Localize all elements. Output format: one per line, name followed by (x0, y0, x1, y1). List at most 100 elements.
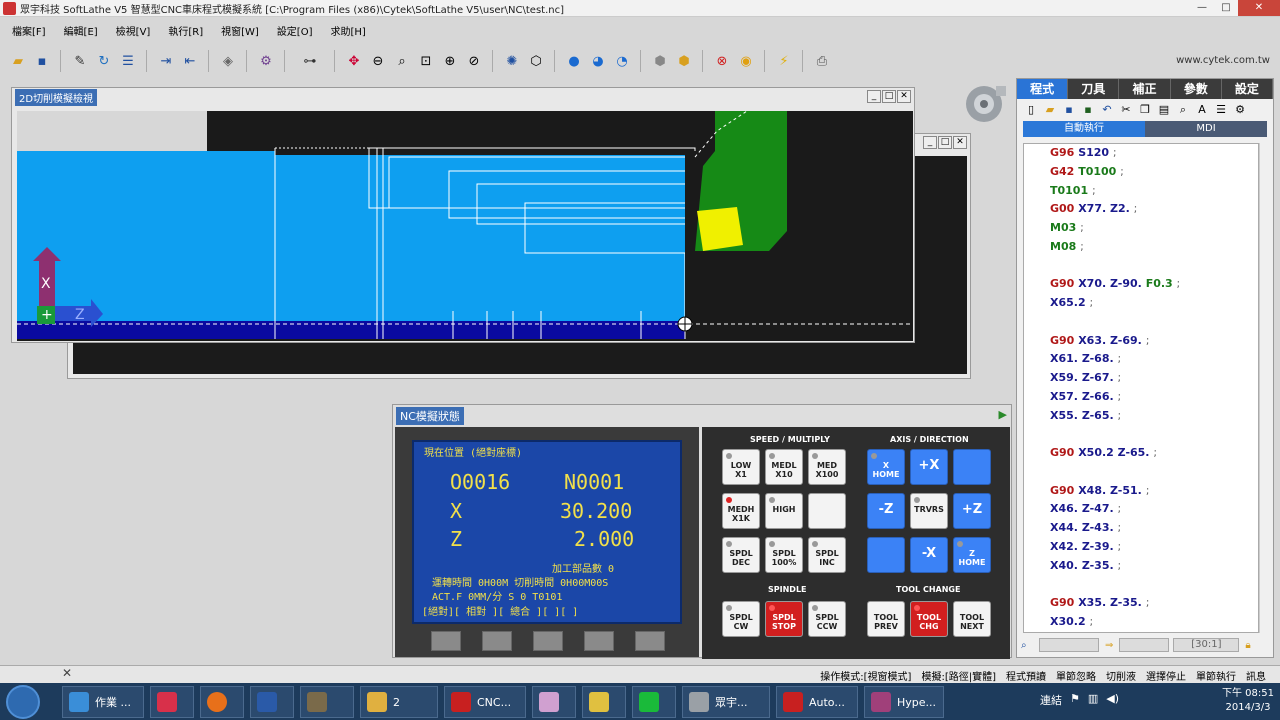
eraser-icon[interactable]: ◈ (218, 51, 238, 71)
code-line[interactable]: G90 X63. Z-69. ; (1024, 332, 1258, 351)
half-sphere-icon[interactable]: ◕ (588, 51, 608, 71)
save-icon[interactable]: ▪ (1061, 103, 1077, 117)
taskbar-hyper[interactable]: Hype... (864, 686, 944, 718)
code-line[interactable]: G90 X48. Z-51. ; (1024, 482, 1258, 501)
goto-field[interactable] (1119, 638, 1170, 652)
tool-holder-icon[interactable]: ⚙ (256, 51, 276, 71)
find-icon[interactable]: ⌕ (1021, 640, 1039, 651)
taskbar-ie[interactable]: 作業 ... (62, 686, 144, 718)
open-icon[interactable]: ▰ (8, 51, 28, 71)
status-message[interactable]: 訊息 (1246, 668, 1266, 683)
zoom-out-icon[interactable]: ⊖ (368, 51, 388, 71)
taskbar-app[interactable] (150, 686, 194, 718)
softkey-2[interactable] (482, 631, 512, 651)
traverse-button[interactable]: TRVRS (910, 493, 948, 529)
status-block-skip[interactable]: 單節忽略 (1056, 668, 1096, 683)
tool-next-button[interactable]: TOOL NEXT (953, 601, 991, 637)
refresh-icon[interactable]: ↻ (94, 51, 114, 71)
taskbar-autocad[interactable]: Auto... (776, 686, 858, 718)
tab-params[interactable]: 參數 (1170, 79, 1222, 99)
blank-axis-button[interactable] (953, 449, 991, 485)
zoom-fit-icon[interactable]: ⌕ (392, 51, 412, 71)
minus-x-button[interactable]: -X (910, 537, 948, 573)
medh-x1k-button[interactable]: MEDH X1K (722, 493, 760, 529)
code-line[interactable]: G90 X70. Z-90. F0.3 ; (1024, 275, 1258, 294)
code-line[interactable]: X44. Z-43. ; (1024, 519, 1258, 538)
vertical-scrollbar[interactable] (1259, 143, 1273, 633)
pan-icon[interactable]: ✥ (344, 51, 364, 71)
plus-z-button[interactable]: +Z (953, 493, 991, 529)
blank-speed-button[interactable] (808, 493, 846, 529)
plus-x-button[interactable]: +X (910, 449, 948, 485)
minimize-button[interactable]: — (1190, 0, 1214, 16)
high-button[interactable]: HIGH (765, 493, 803, 529)
outdent-icon[interactable]: ⇤ (180, 51, 200, 71)
tab-auto-run[interactable]: 自動執行 (1023, 121, 1145, 137)
code-line[interactable]: M08 ; (1024, 238, 1258, 257)
softkey-4[interactable] (584, 631, 614, 651)
code-line[interactable]: M03 ; (1024, 219, 1258, 238)
softkey-3[interactable] (533, 631, 563, 651)
code-line[interactable]: X42. Z-39. ; (1024, 538, 1258, 557)
code-line[interactable]: T0101 ; (1024, 182, 1258, 201)
nc-code-editor[interactable]: G96 S120 ; G42 T0100 ; T0101 ; G00 X77. Z2.… (1023, 143, 1259, 633)
code-line[interactable]: G42 T0100 ; (1024, 163, 1258, 182)
code-line[interactable]: G90 X35. Z-35. ; (1024, 594, 1258, 613)
code-line[interactable] (1024, 425, 1258, 444)
z-home-button[interactable]: Z HOME (953, 537, 991, 573)
save-as-icon[interactable]: ▪ (1080, 103, 1096, 117)
tray-network-icon[interactable]: ▥ (1088, 692, 1098, 708)
2d-simulation-canvas[interactable]: + X Z (17, 111, 913, 341)
goto-icon[interactable]: ⇒ (1105, 640, 1113, 651)
rotate-icon[interactable]: ✺ (502, 51, 522, 71)
clock[interactable]: 下午 08:51 2014/3/3 (1222, 687, 1274, 715)
tool-change-button[interactable]: TOOL CHG (910, 601, 948, 637)
expand-arrow-icon[interactable]: ▶ (999, 408, 1007, 421)
pause-icon[interactable]: ◉ (736, 51, 756, 71)
taskbar-folder[interactable]: 2 (360, 686, 438, 718)
new-file-icon[interactable]: ▯ (1023, 103, 1039, 117)
menu-file[interactable]: 檔案[F] (0, 24, 52, 42)
taskbar-line[interactable] (632, 686, 676, 718)
quarter-sphere-icon[interactable]: ◔ (612, 51, 632, 71)
tool-setup-icon[interactable]: ✎ (70, 51, 90, 71)
taskbar-paint[interactable] (532, 686, 576, 718)
status-coolant[interactable]: 切削液 (1106, 668, 1136, 683)
undo-icon[interactable]: ↶ (1099, 103, 1115, 117)
code-line[interactable]: G00 X77. Z2. ; (1024, 200, 1258, 219)
code-line[interactable]: X65.2 ; (1024, 294, 1258, 313)
copy-icon[interactable]: ❐ (1137, 103, 1153, 117)
sphere-icon[interactable]: ● (564, 51, 584, 71)
tray-flag-icon[interactable]: ⚑ (1070, 692, 1080, 708)
spindle-dec-button[interactable]: SPDL DEC (722, 537, 760, 573)
close-button[interactable]: ✕ (1238, 0, 1280, 16)
box-icon[interactable]: ⬢ (650, 51, 670, 71)
minimize-button[interactable]: _ (923, 136, 937, 149)
menu-window[interactable]: 視窗[W] (209, 24, 265, 42)
tab-settings[interactable]: 設定 (1221, 79, 1274, 99)
menu-view[interactable]: 檢視[V] (104, 24, 157, 42)
menu-settings[interactable]: 設定[O] (265, 24, 319, 42)
minimize-button[interactable]: _ (867, 90, 881, 103)
blank-axis-button-2[interactable] (867, 537, 905, 573)
save-icon[interactable]: ▪ (32, 51, 52, 71)
paste-icon[interactable]: ▤ (1156, 103, 1172, 117)
close-button[interactable]: ✕ (953, 136, 967, 149)
minus-z-button[interactable]: -Z (867, 493, 905, 529)
taskbar-word[interactable] (250, 686, 294, 718)
softkey-5[interactable] (635, 631, 665, 651)
spindle-ccw-button[interactable]: SPDL CCW (808, 601, 846, 637)
x-home-button[interactable]: X HOME (867, 449, 905, 485)
zoom-prev-icon[interactable]: ⊘ (464, 51, 484, 71)
tab-program[interactable]: 程式 (1017, 79, 1069, 99)
code-line[interactable]: X40. Z-35. ; (1024, 557, 1258, 576)
list-icon[interactable]: ☰ (1213, 103, 1229, 117)
open-icon[interactable]: ▰ (1042, 103, 1058, 117)
indent-icon[interactable]: ⇥ (156, 51, 176, 71)
printer-icon[interactable]: ⎙ (812, 51, 832, 71)
start-button[interactable] (6, 685, 40, 719)
code-line[interactable]: X55. Z-65. ; (1024, 407, 1258, 426)
lightning-icon[interactable]: ⚡ (774, 51, 794, 71)
settings-icon[interactable]: ⚙ (1232, 103, 1248, 117)
taskbar-pdf[interactable]: CNC... (444, 686, 526, 718)
